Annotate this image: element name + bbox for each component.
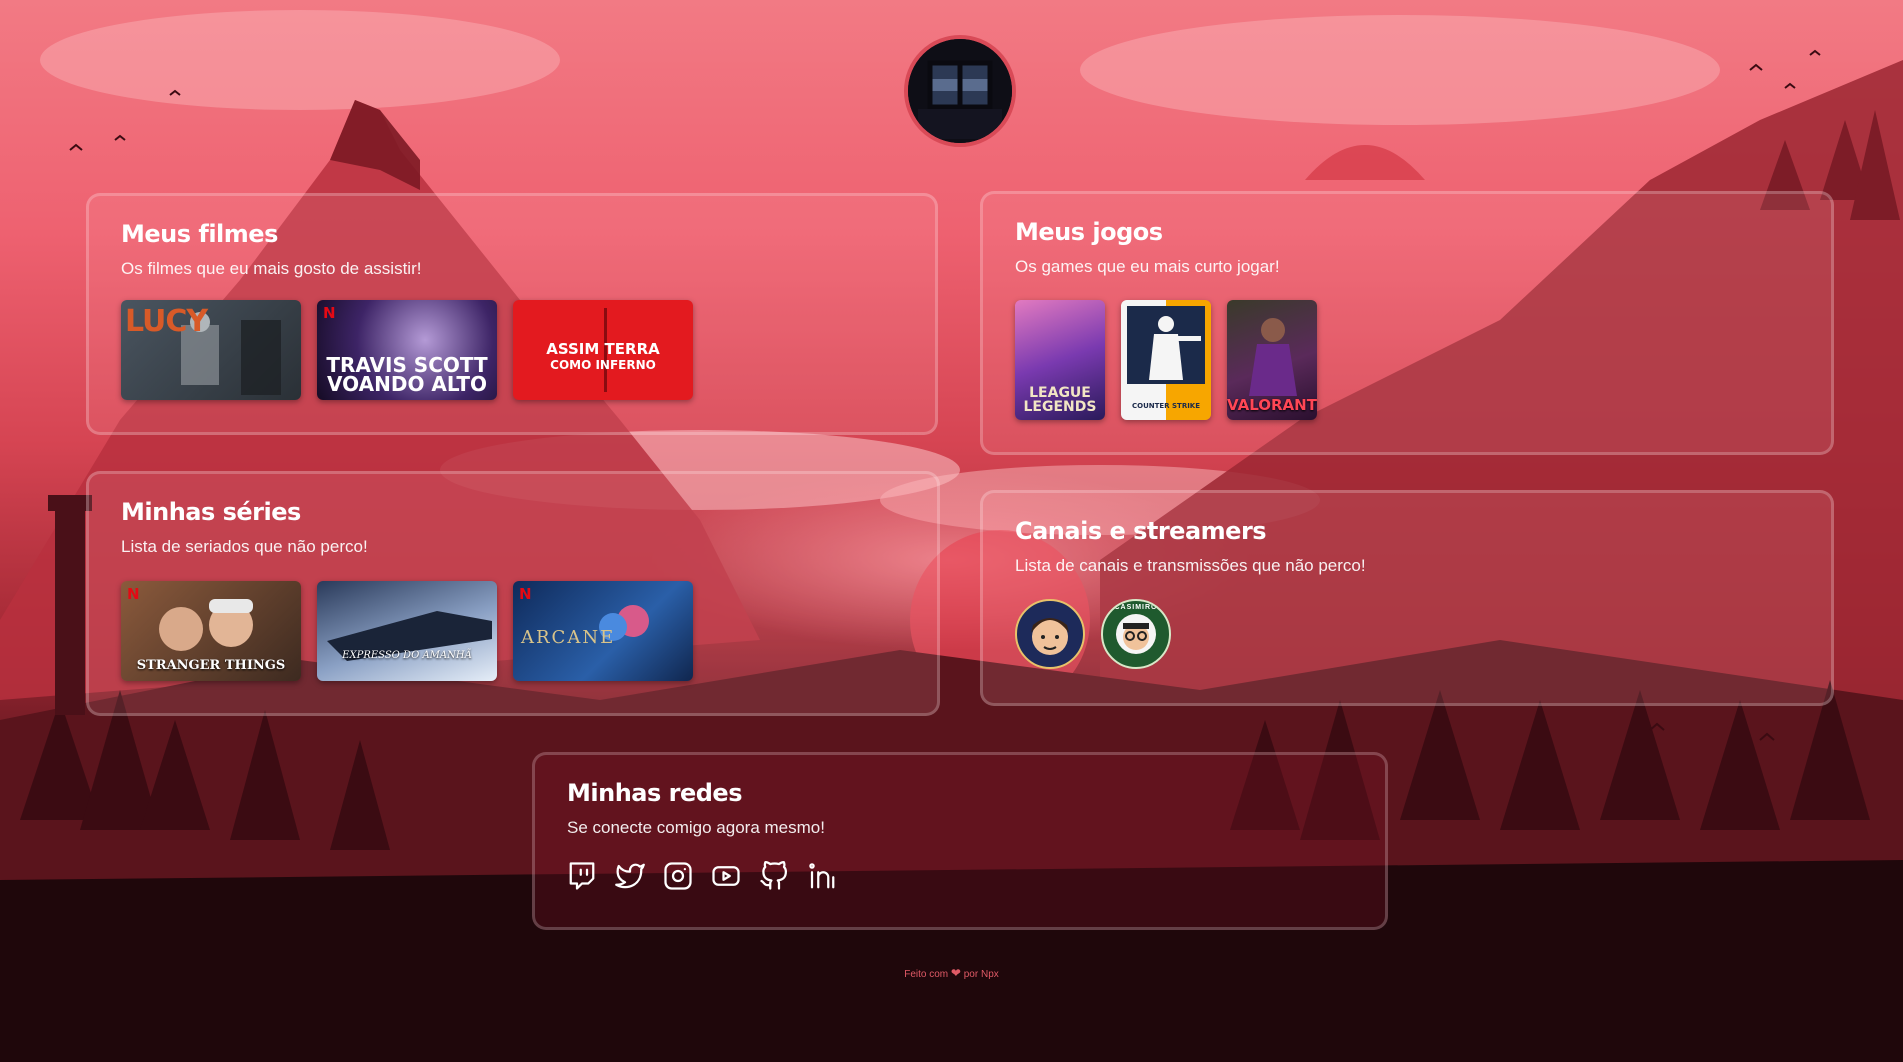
game-logo-line1: LEAGUE [1029,385,1091,401]
movies-card: Meus filmes Os filmes que eu mais gosto … [86,193,938,435]
youtube-icon[interactable] [711,861,741,891]
heart-icon: ❤ [950,966,961,980]
twitch-icon[interactable] [567,861,597,891]
series-thumb-arcane[interactable]: N ARCANE [513,581,693,681]
streamers-subtitle: Lista de canais e transmissões que não p… [1015,556,1366,575]
netflix-badge-icon: N [127,585,140,603]
movie-logo-line1: ASSIM TERRA [546,340,660,358]
linkedin-icon[interactable] [807,861,837,891]
games-subtitle: Os games que eu mais curto jogar! [1015,257,1280,276]
streamers-card: Canais e streamers Lista de canais e tra… [980,490,1834,706]
github-icon[interactable] [759,861,789,891]
netflix-badge-icon: N [323,304,336,322]
footer: Feito com ❤ por Npx [0,966,1903,980]
netflix-badge-icon: N [519,585,532,603]
game-thumb-league-of-legends[interactable]: LEAGUE LEGENDS [1015,300,1105,420]
movie-thumb-travis-scott[interactable]: N TRAVIS SCOTT VOANDO ALTO [317,300,497,400]
streamers-title: Canais e streamers [1015,517,1267,545]
game-thumb-valorant[interactable]: VALORANT [1227,300,1317,420]
series-logo-stranger-things: STRANGER THINGS [136,658,286,673]
movie-thumb-assim-na-terra[interactable]: ASSIM TERRA COMO INFERNO [513,300,693,400]
game-logo-counter-strike: COUNTER STRIKE [1131,402,1201,410]
footer-prefix: Feito com [904,969,949,980]
series-card: Minhas séries Lista de seriados que não … [86,471,940,716]
games-title: Meus jogos [1015,218,1163,246]
game-logo-valorant: VALORANT [1227,396,1317,414]
movies-title: Meus filmes [121,220,278,248]
streamer-avatar-1[interactable] [1015,599,1085,669]
profile-avatar[interactable] [904,35,1016,147]
movie-logo-line2: VOANDO ALTO [327,372,487,396]
socials-card: Minhas redes Se conecte comigo agora mes… [532,752,1388,930]
instagram-icon[interactable] [663,861,693,891]
movie-thumb-lucy[interactable]: LUCY [121,300,301,400]
series-thumb-stranger-things[interactable]: N STRANGER THINGS [121,581,301,681]
streamer-avatar-casimiro[interactable]: CASIMIRO [1101,599,1171,669]
series-logo-expresso: EXPRESSO DO AMANHÃ [342,650,472,661]
games-card: Meus jogos Os games que eu mais curto jo… [980,191,1834,455]
game-logo-line2: LEGENDS [1023,399,1097,415]
streamer-label-casimiro: CASIMIRO [1114,604,1158,611]
movie-logo-lucy: LUCY [125,304,208,339]
socials-subtitle: Se conecte comigo agora mesmo! [567,818,825,837]
movies-subtitle: Os filmes que eu mais gosto de assistir! [121,259,422,278]
series-logo-arcane: ARCANE [521,627,616,648]
footer-suffix: por Npx [963,969,999,980]
twitter-icon[interactable] [615,861,645,891]
series-subtitle: Lista de seriados que não perco! [121,537,368,556]
game-thumb-counter-strike[interactable]: COUNTER STRIKE [1121,300,1211,420]
socials-title: Minhas redes [567,779,742,807]
series-title: Minhas séries [121,498,301,526]
movie-logo-line2: COMO INFERNO [550,358,656,372]
series-thumb-expresso[interactable]: EXPRESSO DO AMANHÃ [317,581,497,681]
